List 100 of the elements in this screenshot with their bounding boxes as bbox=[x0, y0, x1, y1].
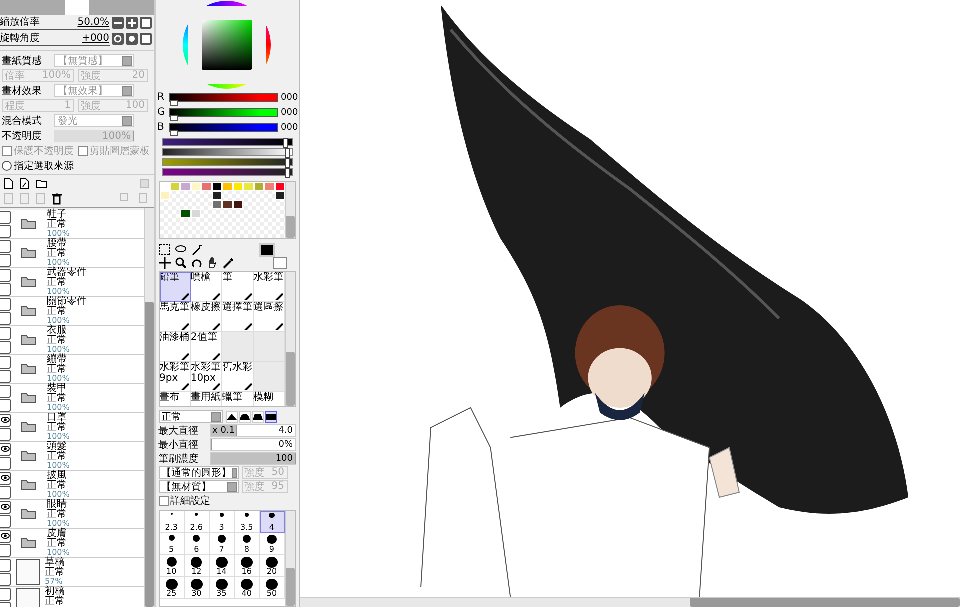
brush-size-button[interactable]: 7 bbox=[210, 533, 235, 555]
max-size-slider[interactable]: x 0.1 4.0 bbox=[210, 424, 296, 437]
visibility-toggle[interactable] bbox=[0, 210, 11, 224]
lock-toggle[interactable] bbox=[0, 544, 11, 556]
lock-toggle[interactable] bbox=[0, 370, 11, 382]
magic-wand-icon[interactable] bbox=[190, 244, 203, 256]
layer-row[interactable]: 眼睛 正常 100% bbox=[0, 500, 144, 529]
brush-size-button[interactable]: 4 bbox=[260, 511, 285, 533]
selection-source-radio[interactable]: 指定選取來源 bbox=[2, 158, 74, 172]
palette-swatch[interactable] bbox=[160, 182, 170, 191]
visibility-toggle[interactable] bbox=[0, 442, 11, 456]
brush-size-button[interactable]: 35 bbox=[210, 577, 235, 599]
palette-swatch[interactable] bbox=[232, 182, 244, 191]
min-size-slider[interactable]: 0% bbox=[210, 438, 296, 451]
layer-row[interactable]: 鞋子 正常 100% bbox=[0, 210, 144, 239]
layer-row[interactable]: 草稿 正常 57% bbox=[0, 558, 144, 587]
lock-toggle[interactable] bbox=[0, 224, 11, 238]
layer-row[interactable]: 頭髮 正常 100% bbox=[0, 442, 144, 471]
visibility-toggle[interactable] bbox=[0, 240, 11, 252]
palette-swatch[interactable] bbox=[212, 182, 222, 191]
rotate-right-button[interactable] bbox=[126, 32, 138, 44]
scroll-thumb[interactable] bbox=[286, 352, 295, 406]
brush-size-button[interactable]: 3 bbox=[210, 511, 235, 533]
trash-icon[interactable] bbox=[52, 192, 62, 204]
rotate-left-button[interactable] bbox=[112, 32, 124, 44]
brush-tool-button[interactable]: 噴槍 bbox=[190, 272, 222, 302]
lasso-icon[interactable] bbox=[174, 244, 187, 256]
layer-row[interactable]: 腰帶 正常 100% bbox=[0, 239, 144, 268]
visibility-toggle[interactable] bbox=[0, 530, 11, 542]
eyedropper-icon[interactable] bbox=[222, 256, 235, 268]
lock-toggle[interactable] bbox=[0, 340, 11, 354]
brush-tool-button[interactable]: 油漆桶 bbox=[160, 332, 191, 362]
brush-tool-button[interactable]: 水彩筆 10px bbox=[190, 362, 222, 392]
new-vector-layer-icon[interactable] bbox=[20, 178, 30, 190]
layer-row[interactable]: 繃帶 正常 100% bbox=[0, 355, 144, 384]
visibility-toggle[interactable] bbox=[0, 268, 11, 282]
brush-size-button[interactable]: 30 bbox=[184, 577, 210, 599]
brush-tool-button[interactable]: 橡皮擦 bbox=[190, 302, 222, 332]
layer-row[interactable]: 關節零件 正常 100% bbox=[0, 297, 144, 326]
advanced-settings-checkbox[interactable]: 詳細設定 bbox=[158, 494, 211, 508]
lock-toggle[interactable] bbox=[0, 312, 11, 324]
palette-swatch[interactable] bbox=[222, 200, 233, 209]
brush-size-button[interactable]: 16 bbox=[234, 555, 260, 577]
move-icon[interactable] bbox=[158, 256, 171, 268]
brush-size-button[interactable]: 8 bbox=[234, 533, 260, 555]
brush-tool-button[interactable]: 馬克筆 bbox=[160, 302, 191, 332]
size-scrollbar[interactable] bbox=[285, 511, 295, 606]
zoom-out-button[interactable] bbox=[112, 17, 124, 29]
scroll-thumb[interactable] bbox=[690, 598, 960, 607]
gradient-slider[interactable] bbox=[162, 158, 293, 166]
visibility-toggle[interactable] bbox=[0, 356, 11, 368]
brush-tool-button[interactable]: 水彩筆 9px bbox=[160, 362, 191, 392]
brush-size-button[interactable]: 25 bbox=[160, 577, 185, 599]
brush-size-button[interactable]: 12 bbox=[184, 555, 210, 577]
palette-swatch[interactable] bbox=[212, 200, 222, 209]
visibility-toggle[interactable] bbox=[0, 472, 11, 484]
rotate-icon[interactable] bbox=[190, 256, 203, 268]
brush-size-button[interactable]: 2.6 bbox=[184, 511, 210, 533]
background-color-swatch[interactable] bbox=[272, 257, 287, 269]
layer-row[interactable]: 武器零件 正常 100% bbox=[0, 268, 144, 297]
visibility-toggle[interactable] bbox=[0, 414, 11, 426]
palette-swatch[interactable] bbox=[201, 182, 212, 191]
lock-toggle[interactable] bbox=[0, 282, 11, 296]
foreground-color-swatch[interactable] bbox=[258, 243, 275, 257]
brush-size-button[interactable]: 6 bbox=[184, 533, 210, 555]
canvas-scrollbar[interactable] bbox=[300, 597, 960, 607]
brush-size-button[interactable]: 10 bbox=[160, 555, 185, 577]
scroll-thumb[interactable] bbox=[144, 302, 154, 607]
layer-row[interactable]: 皮膚 正常 100% bbox=[0, 529, 144, 558]
visibility-toggle[interactable] bbox=[0, 298, 11, 310]
layer-row[interactable]: 裝甲 正常 100% bbox=[0, 384, 144, 413]
brush-mode-dropdown[interactable]: 正常 bbox=[158, 410, 223, 423]
brush-size-button[interactable]: 40 bbox=[234, 577, 260, 599]
zoom-in-button[interactable] bbox=[126, 17, 138, 29]
gradient-slider[interactable] bbox=[162, 168, 293, 176]
palette-swatch[interactable] bbox=[180, 182, 191, 191]
brush-shape-dropdown[interactable]: 【通常的圓形】 bbox=[158, 466, 239, 479]
palette-swatch[interactable] bbox=[254, 182, 264, 191]
visibility-toggle[interactable] bbox=[0, 384, 11, 398]
visibility-toggle[interactable] bbox=[0, 558, 11, 572]
palette-swatch[interactable] bbox=[222, 182, 233, 191]
rectangle-select-icon[interactable] bbox=[158, 244, 171, 256]
palette-swatch[interactable] bbox=[274, 191, 285, 200]
lock-toggle[interactable] bbox=[0, 456, 11, 470]
brush-size-button[interactable]: 2.3 bbox=[160, 511, 185, 533]
hand-icon[interactable] bbox=[206, 256, 219, 268]
lock-toggle[interactable] bbox=[0, 486, 11, 498]
palette-swatch[interactable] bbox=[190, 209, 202, 218]
palette-swatch[interactable] bbox=[212, 191, 222, 200]
lock-toggle[interactable] bbox=[0, 398, 11, 412]
brush-texture-dropdown[interactable]: 【無材質】 bbox=[158, 480, 239, 493]
search-icon[interactable] bbox=[174, 256, 187, 268]
palette-swatch[interactable] bbox=[160, 191, 170, 200]
palette-swatch[interactable] bbox=[170, 182, 180, 191]
scroll-thumb[interactable] bbox=[286, 216, 295, 238]
brush-size-button[interactable]: 14 bbox=[210, 555, 235, 577]
brush-size-button[interactable]: 5 bbox=[160, 533, 185, 555]
palette-swatch[interactable] bbox=[243, 182, 254, 191]
layer-row[interactable]: 披風 正常 100% bbox=[0, 471, 144, 500]
reset-zoom-button[interactable] bbox=[140, 17, 152, 29]
